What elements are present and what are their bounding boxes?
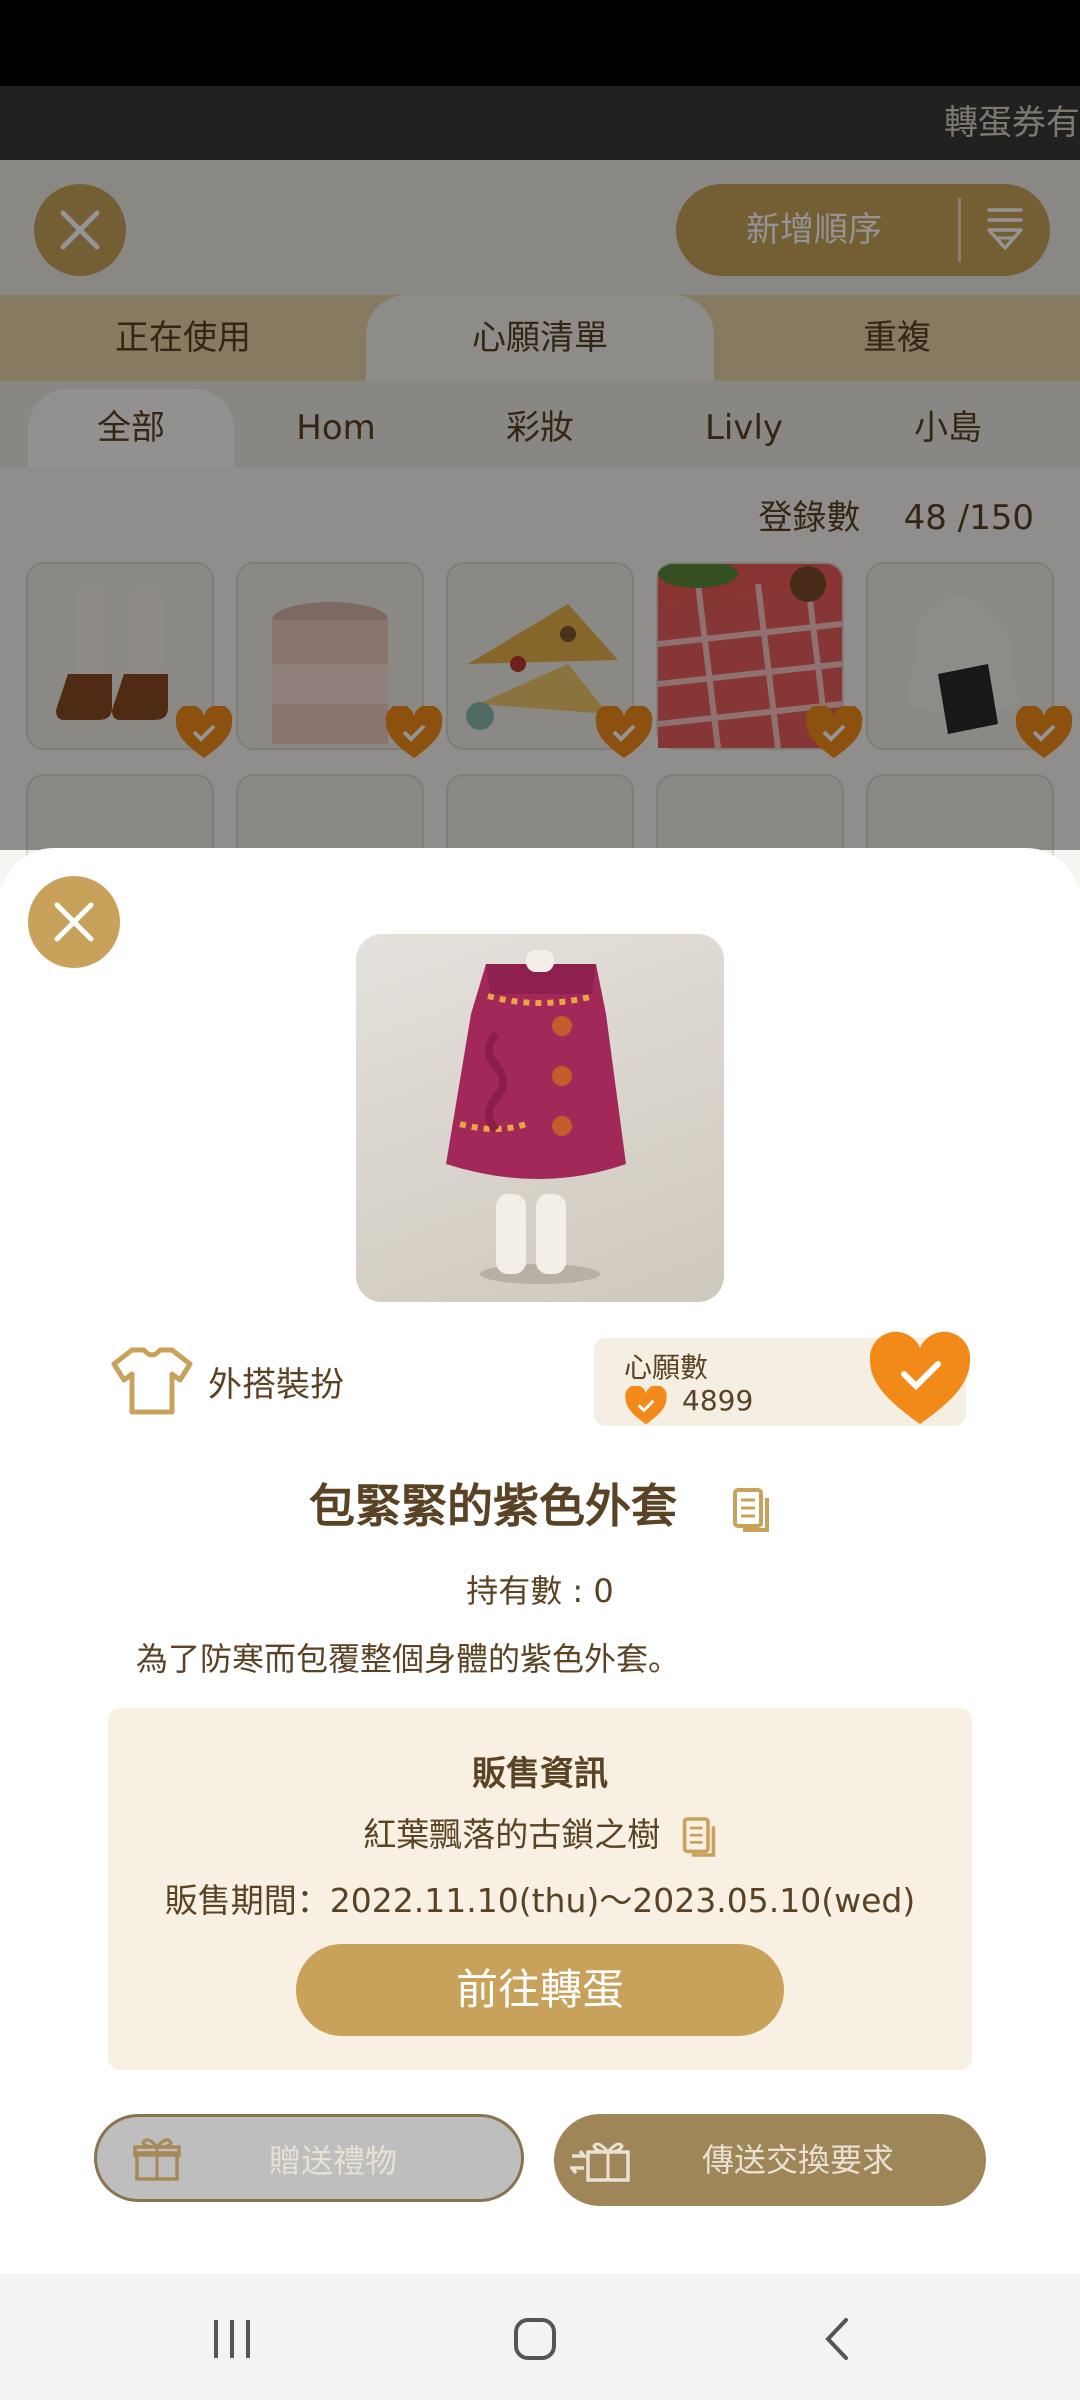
wish-count-value: 4899 [682,1384,754,1417]
purple-coat-image [446,950,626,1284]
copy-icon[interactable] [731,1486,771,1534]
item-title: 包緊緊的紫色外套 [308,1479,677,1533]
heart-check-icon [625,1386,667,1425]
sale-period: 販售期間：2022.11.10(thu)～2023.05.10(wed) [164,1881,916,1920]
close-icon [54,902,94,942]
send-gift-label: 贈送禮物 [269,2142,398,2180]
wish-count-label: 心願數 [624,1351,709,1384]
close-detail-button[interactable] [28,876,120,968]
gift-icon [133,2138,181,2181]
modal-backdrop[interactable] [0,0,1080,850]
wishlist-toggle-heart-icon[interactable] [868,1330,972,1426]
held-count: 持有數 : 0 [466,1572,614,1610]
send-trade-request-button[interactable]: 傳送交換要求 [554,2114,986,2206]
sale-location: 紅葉飄落的古鎖之樹 [363,1815,661,1854]
category-label: 外搭裝扮 [208,1364,344,1405]
copy-icon[interactable] [681,1815,717,1859]
shirt-icon [111,1347,193,1415]
send-gift-button[interactable]: 贈送禮物 [94,2114,524,2202]
system-navigation-bar [0,2274,1080,2400]
item-category: 外搭裝扮 [110,1344,344,1418]
send-trade-request-label: 傳送交換要求 [702,2141,895,2179]
item-title-row: 包緊緊的紫色外套 [0,1470,1080,1536]
item-description: 為了防寒而包覆整個身體的紫色外套。 [136,1640,681,1678]
item-image [356,934,724,1302]
back-icon[interactable] [820,2316,854,2362]
sale-location-row: 紅葉飄落的古鎖之樹 [108,1808,972,1859]
home-icon[interactable] [512,2316,558,2362]
trade-gift-icon [570,2142,630,2182]
go-gacha-button[interactable]: 前往轉蛋 [296,1944,784,2036]
recent-apps-icon[interactable] [210,2318,254,2360]
sale-info-header: 販售資訊 [472,1754,608,1794]
